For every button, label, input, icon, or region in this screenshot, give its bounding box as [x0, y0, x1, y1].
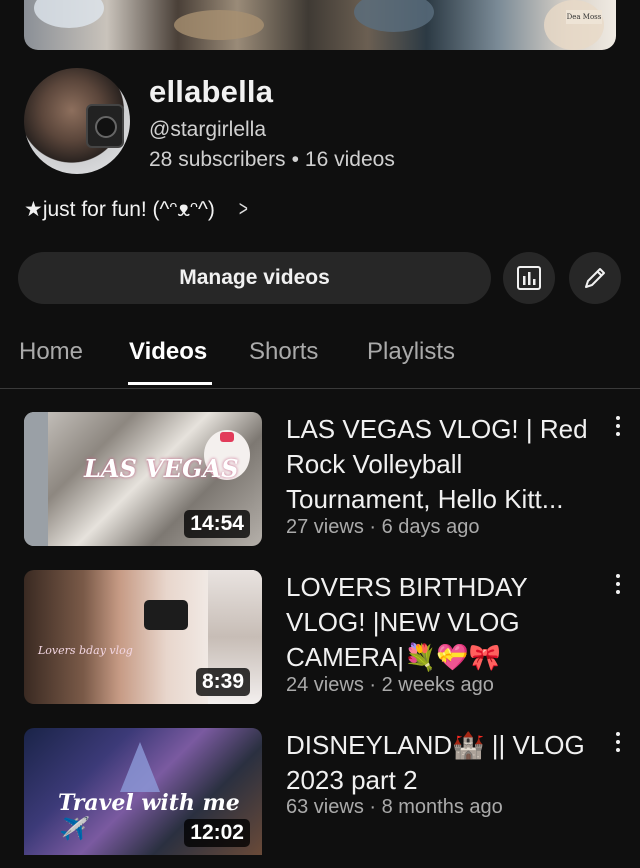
camera-icon	[86, 104, 124, 148]
more-options-icon[interactable]	[614, 574, 622, 598]
channel-tabs: Home Videos Shorts Playlists	[0, 322, 640, 389]
tab-videos[interactable]: Videos	[129, 338, 207, 366]
video-item[interactable]: LAS VEGAS 14:54 LAS VEGAS VLOG! | Red Ro…	[0, 412, 640, 552]
stats-separator: •	[291, 148, 299, 171]
thumbnail-caption: LAS VEGAS	[84, 454, 239, 483]
banner-tag: Dea Moss	[566, 10, 602, 24]
channel-description[interactable]: ★just for fun! (^ᵔᴥᵔ^) >	[24, 196, 250, 222]
video-item[interactable]: Lovers bday vlog 8:39 LOVERS BIRTHDAY VL…	[0, 570, 640, 710]
analytics-icon	[517, 266, 541, 290]
video-meta: 63 views · 8 months ago	[286, 796, 503, 818]
video-title[interactable]: DISNEYLAND🏰 || VLOG 2023 part 2	[286, 728, 604, 798]
more-options-icon[interactable]	[614, 416, 622, 440]
subscriber-count: 28 subscribers	[149, 148, 286, 171]
manage-videos-button[interactable]: Manage videos	[18, 252, 491, 304]
channel-avatar[interactable]	[24, 68, 130, 174]
video-thumbnail[interactable]: Travel with me✈️ 12:02	[24, 728, 262, 855]
video-thumbnail[interactable]: Lovers bday vlog 8:39	[24, 570, 262, 704]
video-duration: 14:54	[184, 510, 250, 538]
pencil-icon	[585, 268, 605, 288]
description-text: ★just for fun! (^ᵔᴥᵔ^)	[24, 197, 215, 221]
thumbnail-caption: Lovers bday vlog	[38, 644, 133, 657]
video-meta: 24 views · 2 weeks ago	[286, 674, 494, 696]
active-tab-indicator	[128, 382, 212, 385]
edit-channel-button[interactable]	[569, 252, 621, 304]
video-title[interactable]: LAS VEGAS VLOG! | Red Rock Volleyball To…	[286, 412, 604, 517]
channel-handle: @stargirlella	[149, 118, 267, 141]
tab-home[interactable]: Home	[19, 338, 83, 366]
tab-shorts[interactable]: Shorts	[249, 338, 318, 366]
analytics-button[interactable]	[503, 252, 555, 304]
tab-playlists[interactable]: Playlists	[367, 338, 455, 366]
video-count: 16 videos	[304, 148, 395, 171]
chevron-right-icon: >	[238, 196, 248, 221]
video-item[interactable]: Travel with me✈️ 12:02 DISNEYLAND🏰 || VL…	[0, 728, 640, 868]
video-meta: 27 views · 6 days ago	[286, 516, 480, 538]
channel-name: ellabella	[149, 74, 274, 109]
more-options-icon[interactable]	[614, 732, 622, 756]
channel-banner: Dea Moss	[24, 0, 616, 50]
video-thumbnail[interactable]: LAS VEGAS 14:54	[24, 412, 262, 546]
video-duration: 8:39	[195, 668, 250, 696]
channel-stats: 28 subscribers • 16 videos	[149, 148, 395, 172]
video-title[interactable]: LOVERS BIRTHDAY VLOG! |NEW VLOG CAMERA|💐…	[286, 570, 604, 675]
video-duration: 12:02	[184, 819, 250, 847]
